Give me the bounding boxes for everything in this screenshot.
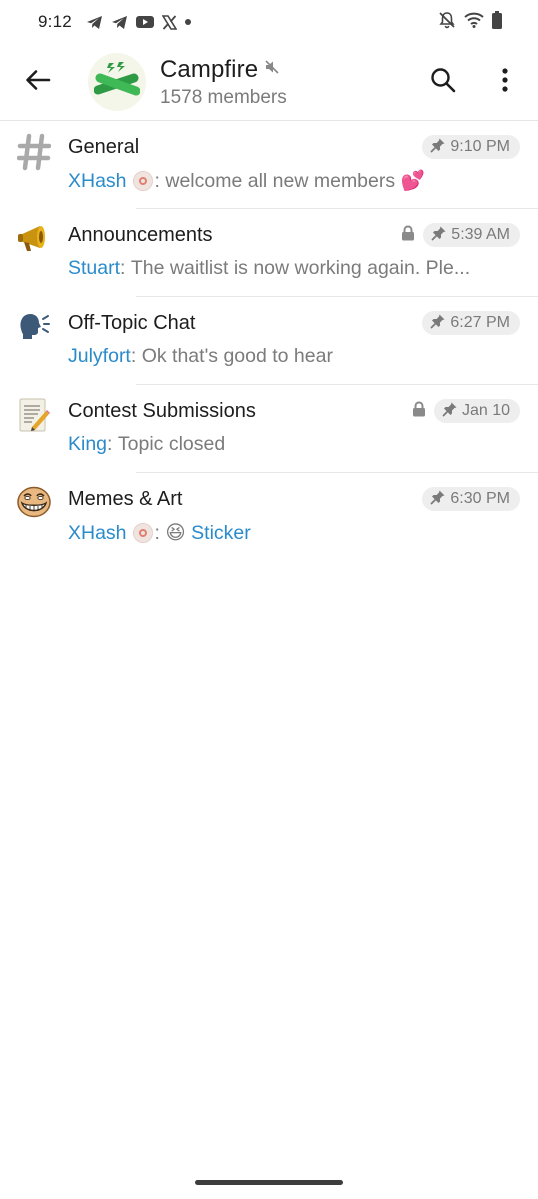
- lock-icon: [401, 224, 415, 246]
- dot-icon: [184, 19, 191, 25]
- more-options-button[interactable]: [474, 51, 536, 113]
- battery-icon: [492, 10, 502, 34]
- campfire-logs-icon: [93, 60, 141, 105]
- sender-name: King: [68, 433, 108, 455]
- bell-off-icon: [438, 11, 456, 34]
- topic-list: General 9:10 PM XHash : welcome all new …: [0, 121, 538, 561]
- search-button[interactable]: [412, 51, 474, 113]
- sender-name: XHash: [68, 169, 127, 192]
- sender-badge-avatar: [132, 171, 153, 191]
- topic-title: Contest Submissions: [68, 399, 256, 422]
- chat-header: Campfire 1578 members: [0, 44, 538, 120]
- message-preview: The waitlist is now working again. Ple..…: [130, 257, 471, 279]
- group-avatar[interactable]: [88, 53, 146, 111]
- topic-time: 9:10 PM: [450, 138, 510, 155]
- member-count: 1578 members: [160, 86, 287, 108]
- sender-name: Stuart: [68, 257, 121, 279]
- x-icon: [161, 14, 177, 30]
- lock-icon: [412, 400, 426, 422]
- more-vertical-icon: [501, 67, 509, 98]
- time-pill: Jan 10: [433, 399, 520, 423]
- trollface-icon: [16, 485, 52, 561]
- topic-row-off-topic-chat[interactable]: Off-Topic Chat 6:27 PM Julyfort : Ok tha…: [0, 297, 538, 385]
- message-preview: welcome all new members 💕: [165, 170, 425, 192]
- pin-icon: [430, 313, 446, 334]
- pin-icon: [431, 225, 447, 246]
- wifi-icon: [464, 12, 484, 33]
- topic-time: 5:39 AM: [451, 226, 510, 243]
- time-pill: 6:30 PM: [422, 487, 520, 511]
- group-title: Campfire: [160, 55, 259, 83]
- topic-title: General: [68, 135, 140, 158]
- hash-icon: [16, 133, 52, 209]
- message-emoji: 😆: [165, 522, 186, 544]
- message-preview: Sticker: [191, 521, 251, 544]
- home-indicator[interactable]: [195, 1180, 343, 1185]
- topic-row-general[interactable]: General 9:10 PM XHash : welcome all new …: [0, 121, 538, 209]
- topic-row-memes-art[interactable]: Memes & Art 6:30 PM XHash : 😆 Sticker: [0, 473, 538, 561]
- search-icon: [430, 67, 456, 98]
- header-info[interactable]: Campfire 1578 members: [160, 56, 287, 109]
- time-pill: 5:39 AM: [423, 223, 520, 247]
- notification-icons: [86, 14, 191, 30]
- pin-icon: [430, 137, 446, 158]
- telegram-icon: [111, 15, 128, 30]
- topic-title: Off-Topic Chat: [68, 311, 196, 334]
- topic-time: Jan 10: [461, 402, 510, 419]
- youtube-icon: [135, 15, 154, 29]
- topic-time: 6:30 PM: [450, 490, 510, 507]
- pin-icon: [430, 489, 446, 510]
- speaking-head-icon: [17, 309, 51, 385]
- status-bar: 9:12: [0, 0, 538, 44]
- sender-name: XHash: [68, 521, 127, 544]
- sender-name: Julyfort: [68, 345, 131, 367]
- system-status-icons: [438, 10, 502, 34]
- time-pill: 6:27 PM: [422, 311, 520, 335]
- message-preview: Topic closed: [117, 433, 226, 455]
- topic-time: 6:27 PM: [450, 314, 510, 331]
- telegram-icon: [86, 15, 103, 30]
- muted-icon: [264, 59, 280, 80]
- message-preview: Ok that's good to hear: [141, 345, 333, 367]
- topic-title: Memes & Art: [68, 487, 183, 510]
- back-button[interactable]: [0, 44, 76, 120]
- topic-row-contest-submissions[interactable]: Contest Submissions Jan 10 King : Topic …: [0, 385, 538, 473]
- pin-icon: [442, 401, 458, 422]
- arrow-left-icon: [25, 69, 51, 96]
- time-pill: 9:10 PM: [422, 135, 520, 159]
- topic-row-announcements[interactable]: Announcements 5:39 AM Stuart : The waitl…: [0, 209, 538, 297]
- topic-title: Announcements: [68, 223, 213, 246]
- memo-icon: [18, 397, 50, 473]
- status-time: 9:12: [38, 12, 72, 31]
- megaphone-icon: [16, 221, 52, 297]
- sender-badge-avatar: [132, 523, 153, 543]
